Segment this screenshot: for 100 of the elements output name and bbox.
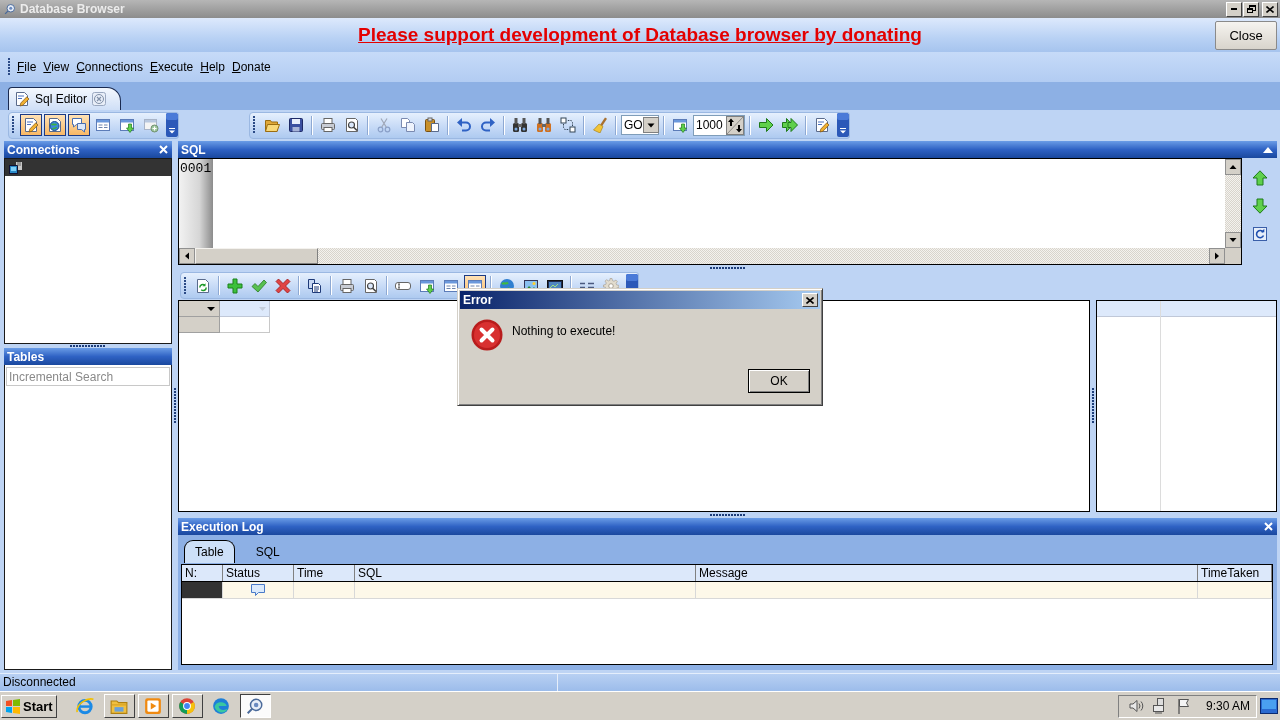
close-icon — [1266, 5, 1274, 13]
refresh-icon[interactable] — [1251, 226, 1268, 242]
log-tab[interactable]: SQL — [244, 540, 291, 563]
paste-icon[interactable] — [424, 117, 440, 133]
show-desktop-icon[interactable] — [1260, 698, 1278, 714]
column-header[interactable]: TimeTaken — [1198, 565, 1272, 581]
column-header[interactable]: SQL — [355, 565, 696, 581]
restore-button[interactable] — [1243, 1, 1259, 17]
arrow-right-icon[interactable] — [758, 117, 774, 133]
double-arrow-right-icon[interactable] — [782, 117, 798, 133]
magnifier-icon — [246, 697, 265, 715]
splitter-handle[interactable] — [709, 513, 746, 517]
panel-title: SQL — [181, 142, 206, 157]
grip-handle[interactable] — [8, 58, 11, 76]
document-pencil-icon[interactable] — [814, 117, 830, 133]
save-icon[interactable] — [288, 117, 304, 133]
close-button[interactable] — [1262, 1, 1278, 17]
replace-icon[interactable] — [560, 117, 576, 133]
arrow-down-icon[interactable] — [1251, 198, 1268, 214]
broom-icon[interactable] — [592, 117, 608, 133]
magnifier-icon — [4, 3, 16, 15]
start-button[interactable]: Start — [1, 694, 57, 718]
menu-item[interactable]: Donate — [228, 58, 274, 76]
scrollbar-thumb[interactable] — [195, 248, 318, 264]
toolbar-chevron-icon[interactable] — [166, 113, 178, 137]
cross-icon[interactable] — [275, 277, 291, 294]
column-header[interactable]: N: — [182, 565, 223, 581]
menu-item[interactable]: Connections — [73, 58, 146, 76]
window-plus-icon[interactable] — [143, 117, 159, 133]
menu-item[interactable]: Help — [197, 58, 228, 76]
taskbar-button[interactable] — [239, 694, 271, 718]
vertical-scrollbar[interactable] — [1225, 159, 1241, 248]
print-preview-icon[interactable] — [363, 277, 379, 294]
document-pencil-icon — [14, 91, 30, 107]
undo-icon[interactable] — [456, 117, 472, 133]
close-icon[interactable] — [92, 92, 107, 106]
splitter-handle[interactable] — [1091, 388, 1095, 424]
column-header[interactable]: Message — [696, 565, 1198, 581]
column-header-cell[interactable] — [220, 301, 270, 317]
start-logo-icon — [5, 698, 21, 714]
dropdown-arrow-icon[interactable] — [207, 306, 215, 311]
log-tab[interactable]: Table — [184, 540, 235, 563]
horizontal-scrollbar[interactable] — [179, 248, 1225, 264]
close-button[interactable] — [802, 293, 818, 307]
print-icon[interactable] — [339, 277, 355, 294]
panel-title: Connections — [7, 142, 80, 157]
row-indicator — [182, 582, 223, 598]
toolbar-chevron-icon[interactable] — [837, 113, 849, 137]
row-limit-field[interactable]: 1000 — [693, 114, 745, 136]
grip-handle[interactable] — [253, 116, 256, 134]
connection-item[interactable] — [5, 159, 171, 176]
ok-button[interactable]: OK — [748, 369, 810, 393]
scroll-right-icon[interactable] — [1209, 248, 1225, 264]
splitter-handle[interactable] — [709, 266, 746, 270]
error-icon — [471, 319, 503, 351]
splitter-handle[interactable] — [173, 387, 177, 424]
close-button[interactable]: Close — [1215, 20, 1277, 50]
caret-up-icon[interactable] — [1263, 146, 1273, 153]
binoculars-icon[interactable] — [512, 117, 528, 133]
binoculars-icon[interactable] — [536, 117, 552, 133]
flag-icon[interactable] — [1175, 698, 1192, 714]
scroll-down-icon[interactable] — [1225, 232, 1241, 248]
e-logo-icon — [76, 697, 95, 715]
refresh-document-icon[interactable] — [195, 277, 211, 294]
clock: 9:30 AM — [1205, 699, 1250, 713]
grid-corner-cell[interactable] — [179, 301, 220, 317]
execute-mode-select[interactable]: GO — [621, 115, 659, 135]
plus-icon[interactable] — [227, 277, 243, 294]
documents-icon[interactable] — [307, 277, 323, 294]
open-folder-icon[interactable] — [264, 117, 280, 133]
document-tab[interactable]: Sql Editor — [8, 87, 122, 110]
menu-item[interactable]: Execute — [146, 58, 197, 76]
play-icon — [144, 697, 163, 715]
grip-handle[interactable] — [12, 116, 15, 134]
log-row[interactable] — [182, 582, 1272, 599]
redo-icon[interactable] — [480, 117, 496, 133]
minimize-button[interactable] — [1226, 1, 1242, 17]
splitter-handle[interactable] — [70, 344, 106, 348]
menu-item[interactable]: File — [14, 58, 40, 76]
column-header[interactable]: Status — [223, 565, 294, 581]
arrow-up-icon[interactable] — [1251, 170, 1268, 186]
property-header-cell — [1097, 301, 1160, 317]
print-icon[interactable] — [320, 117, 336, 133]
folder-icon — [110, 697, 129, 715]
menu-item[interactable]: View — [40, 58, 73, 76]
search-field[interactable]: Incremental Search — [6, 367, 170, 386]
grip-handle[interactable] — [184, 276, 187, 295]
dialog-title: Error — [463, 293, 493, 307]
grid-cell[interactable] — [220, 317, 270, 333]
check-icon[interactable] — [251, 277, 267, 294]
line-number: 0001 — [180, 161, 213, 176]
scroll-left-icon[interactable] — [179, 248, 195, 264]
speaker-icon[interactable] — [1127, 698, 1144, 714]
scroll-up-icon[interactable] — [1225, 159, 1241, 175]
column-header[interactable]: Time — [294, 565, 355, 581]
print-preview-icon[interactable] — [344, 117, 360, 133]
restore-icon — [1246, 5, 1256, 13]
minimize-icon — [1231, 8, 1237, 10]
copy-icon[interactable] — [400, 117, 416, 133]
spin-arrows-icon[interactable] — [726, 115, 744, 135]
